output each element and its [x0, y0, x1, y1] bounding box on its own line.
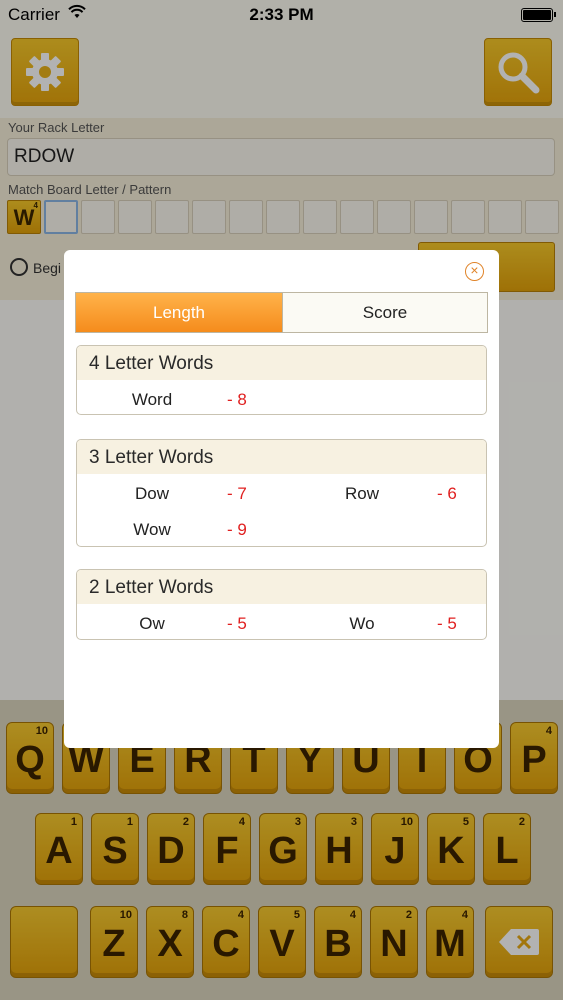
word-text: Dow	[134, 484, 169, 503]
close-button[interactable]: ×	[465, 262, 484, 281]
word-results-modal: × Length Score 4 Letter Words Word - 8 3…	[64, 250, 499, 748]
sort-segmented-control: Length Score	[75, 292, 488, 333]
word-text: Wo	[349, 614, 375, 633]
word-score: - 6	[437, 484, 457, 503]
group-title: 2 Letter Words	[77, 570, 486, 604]
word-group-4: 4 Letter Words Word - 8	[76, 345, 487, 415]
word-text: Ow	[139, 614, 165, 633]
word-score: - 8	[227, 390, 247, 409]
close-icon: ×	[470, 262, 479, 278]
word-text: Row	[344, 484, 379, 503]
group-title: 3 Letter Words	[77, 440, 486, 474]
word-group-2: 2 Letter Words Ow - 5 Wo - 5	[76, 569, 487, 640]
word-group-3: 3 Letter Words Dow - 7 Row - 6 Wow - 9	[76, 439, 487, 547]
word-text: Wow	[133, 520, 171, 539]
tab-score[interactable]: Score	[282, 293, 487, 332]
word-score: - 5	[437, 614, 457, 633]
group-title: 4 Letter Words	[77, 346, 486, 380]
tab-length[interactable]: Length	[76, 293, 282, 332]
word-score: - 7	[227, 484, 247, 503]
word-text: Word	[131, 390, 173, 409]
word-score: - 9	[227, 520, 247, 539]
word-score: - 5	[227, 614, 247, 633]
